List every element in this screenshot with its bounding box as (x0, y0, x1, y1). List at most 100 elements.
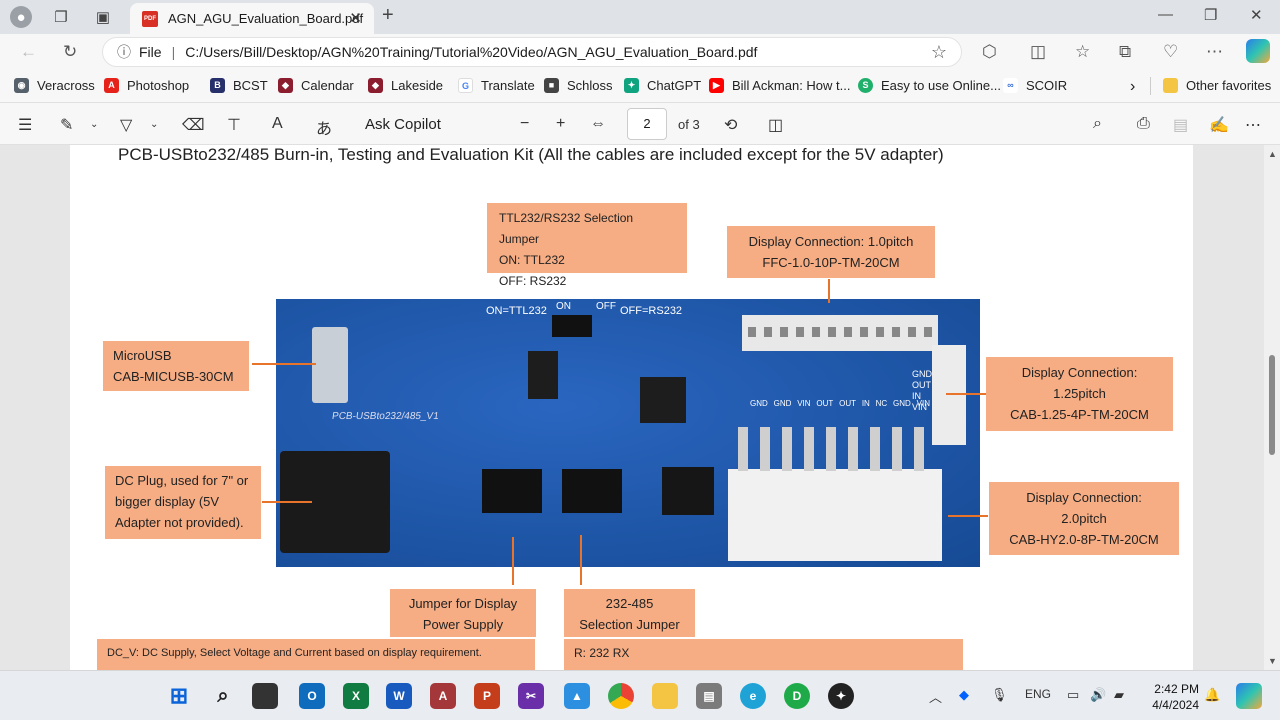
file-explorer-icon[interactable] (652, 683, 678, 709)
favorite-calendar[interactable]: ◆ Calendar (278, 78, 354, 93)
text-box-icon[interactable]: ⊤ (227, 115, 241, 135)
active-tab[interactable]: PDF AGN_AGU_Evaluation_Board.pdf ✕ (130, 3, 374, 34)
copilot-taskbar-icon[interactable] (1236, 683, 1262, 709)
favorite-chatgpt[interactable]: ✦ ChatGPT (624, 78, 701, 93)
favorite-translate[interactable]: G Translate (458, 78, 535, 93)
profile-icon[interactable]: ● (10, 6, 32, 28)
scroll-up-icon[interactable]: ▲ (1268, 149, 1277, 159)
shield-icon: ◆ (278, 78, 293, 93)
back-icon[interactable]: ← (20, 42, 37, 62)
notifications-icon[interactable]: 🔔 (1204, 687, 1220, 703)
silk-off: OFF (596, 301, 616, 312)
rotate-icon[interactable]: ⟲ (724, 115, 737, 135)
workspaces-icon[interactable]: ❐ (50, 6, 72, 28)
contents-icon[interactable]: ☰ (18, 115, 32, 135)
veracross-icon: ◉ (14, 78, 29, 93)
app-d-icon[interactable]: D (784, 683, 810, 709)
arrow-display-1pitch (828, 279, 830, 303)
photos-icon[interactable]: ▲ (564, 683, 590, 709)
volume-icon[interactable]: 🔊 (1090, 687, 1106, 703)
task-view-icon[interactable] (252, 683, 278, 709)
refresh-icon[interactable]: ↻ (63, 42, 77, 62)
favorites-icon[interactable]: ☆ (1075, 42, 1090, 62)
favorite-schloss[interactable]: ■ Schloss (544, 78, 613, 93)
restore-button[interactable]: ❐ (1204, 6, 1217, 24)
silk-off-rs: OFF=RS232 (620, 305, 683, 317)
favorite-lakeside[interactable]: ◆ Lakeside (368, 78, 443, 93)
translate-icon[interactable]: あ (316, 115, 332, 139)
favorite-star-icon[interactable]: ☆ (931, 42, 947, 63)
print-icon[interactable]: ⎙ (1137, 115, 1150, 133)
copilot-icon[interactable] (1246, 39, 1270, 63)
favorites-bar: ◉ Veracross A Photoshop B BCST ◆ Calendar ◆ L… (0, 69, 1280, 103)
close-window-button[interactable]: ✕ (1250, 6, 1263, 24)
favorite-scoir[interactable]: ∞ SCOIR (1003, 78, 1067, 93)
split-screen-icon[interactable]: ◫ (1030, 42, 1046, 62)
search-icon[interactable]: ⌕ (210, 683, 236, 709)
tab-strip: ● ❐ ▣ PDF AGN_AGU_Evaluation_Board.pdf ✕… (0, 0, 1280, 34)
address-bar-row: ← ↻ ⓘ File | C:/Users/Bill/Desktop/AGN%2… (0, 34, 1280, 69)
url-input[interactable]: ⓘ File | C:/Users/Bill/Desktop/AGN%20Tra… (102, 37, 962, 67)
save-as-icon[interactable]: ✍ (1209, 115, 1229, 135)
extensions-icon[interactable]: ⬡ (982, 42, 997, 62)
more-favorites-chevron-icon[interactable]: › (1130, 78, 1135, 96)
save-icon[interactable]: ▤ (1173, 115, 1188, 135)
eraser-icon[interactable]: ⌫ (182, 115, 205, 135)
clock[interactable]: 2:42 PM 4/4/2024 (1143, 681, 1199, 713)
more-menu-icon[interactable]: ⋯ (1206, 42, 1223, 62)
draw-icon[interactable]: ▽ (120, 115, 132, 135)
favorite-photoshop[interactable]: A Photoshop (104, 78, 189, 93)
edge-icon[interactable]: e (740, 683, 766, 709)
start-icon[interactable]: ⊞ (166, 683, 192, 709)
scrollbar-thumb[interactable] (1269, 355, 1275, 455)
snipping-tool-icon[interactable]: ✂ (518, 683, 544, 709)
battery-icon[interactable]: ▰ (1114, 687, 1124, 703)
highlight-options-chevron-icon[interactable]: ⌄ (90, 119, 98, 130)
taskbar: ⊞ ⌕ O X W A P ✂ ▲ ▤ e D ✦ ︿ ◆ 🎙 ENG ▭ 🔊 … (0, 670, 1280, 720)
powerpoint-icon[interactable]: P (474, 683, 500, 709)
new-tab-button[interactable]: + (382, 4, 394, 27)
chrome-icon[interactable] (608, 683, 634, 709)
favorite-veracross[interactable]: ◉ Veracross (14, 78, 95, 93)
draw-options-chevron-icon[interactable]: ⌄ (150, 119, 158, 130)
chatgpt-app-icon[interactable]: ✦ (828, 683, 854, 709)
network-icon[interactable]: ▭ (1067, 687, 1079, 703)
performance-icon[interactable]: ♡ (1163, 42, 1178, 62)
page-view-icon[interactable]: ◫ (768, 115, 783, 135)
zoom-in-icon[interactable]: + (556, 115, 565, 133)
dropbox-icon[interactable]: ◆ (959, 687, 969, 703)
app-icon[interactable]: ▤ (696, 683, 722, 709)
read-aloud-icon[interactable]: A (272, 115, 283, 133)
favorite-bcst[interactable]: B BCST (210, 78, 268, 93)
outlook-icon[interactable]: O (299, 683, 325, 709)
excel-icon[interactable]: X (343, 683, 369, 709)
language-indicator[interactable]: ENG (1025, 687, 1051, 701)
info-icon[interactable]: ⓘ (117, 42, 131, 62)
microphone-icon[interactable]: 🎙 (991, 687, 1008, 703)
tab-actions-icon[interactable]: ▣ (92, 6, 114, 28)
other-favorites[interactable]: Other favorites (1163, 78, 1271, 93)
collections-icon[interactable]: ⧉ (1119, 42, 1131, 62)
access-icon[interactable]: A (430, 683, 456, 709)
pdf-page: PCB-USBto232/485 Burn-in, Testing and Ev… (70, 145, 1193, 670)
more-options-icon[interactable]: ⋯ (1245, 115, 1261, 135)
scroll-down-icon[interactable]: ▼ (1268, 656, 1277, 666)
close-tab-icon[interactable]: ✕ (349, 9, 362, 27)
word-icon[interactable]: W (386, 683, 412, 709)
url-scheme: File (139, 44, 162, 60)
zoom-out-icon[interactable]: − (520, 115, 529, 133)
fit-page-icon[interactable]: ⇔ (590, 115, 606, 133)
search-icon[interactable]: ⌕ (1093, 115, 1102, 133)
ask-copilot-button[interactable]: Ask Copilot (365, 116, 441, 133)
show-hidden-icons-icon[interactable]: ︿ (929, 687, 942, 706)
jumper-power-note: Jumper for Display Power Supply (390, 589, 536, 637)
minimize-button[interactable]: — (1158, 6, 1173, 23)
favorite-easy[interactable]: S Easy to use Online... (858, 78, 1001, 93)
tab-title: AGN_AGU_Evaluation_Board.pdf (168, 11, 364, 26)
favorite-youtube[interactable]: ▶ Bill Ackman: How t... (709, 78, 850, 93)
ttl-jumper-note: TTL232/RS232 Selection Jumper ON: TTL232… (487, 203, 687, 288)
highlight-icon[interactable]: ✎ (60, 115, 73, 135)
page-number-input[interactable]: 2 (627, 108, 667, 140)
vertical-scrollbar[interactable]: ▲ ▼ (1264, 145, 1280, 670)
display-1pitch-note: Display Connection: 1.0pitch FFC-1.0-10P… (727, 226, 935, 278)
